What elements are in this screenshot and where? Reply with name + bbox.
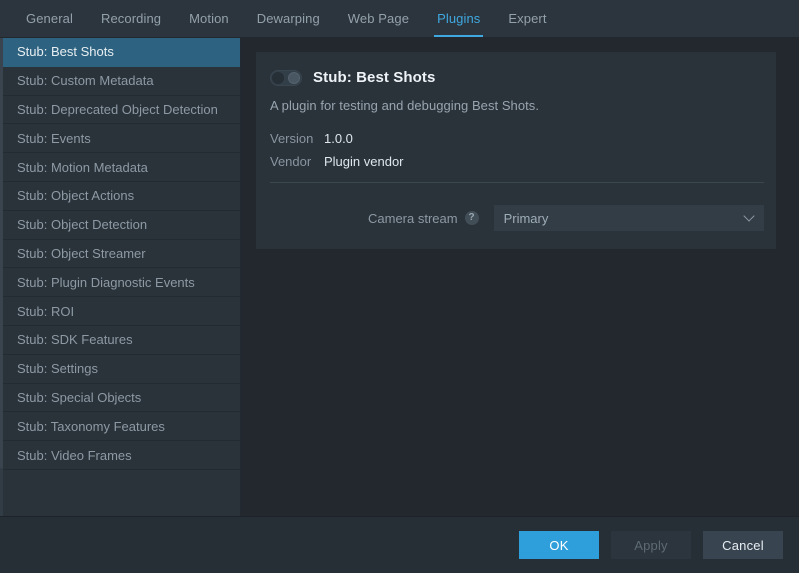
plugin-description: A plugin for testing and debugging Best … (270, 98, 764, 113)
tab-bar: General Recording Motion Dewarping Web Page P… (0, 0, 799, 38)
tab-dewarping[interactable]: Dewarping (243, 0, 334, 37)
plugin-list-item-label: Stub: SDK Features (17, 332, 133, 347)
vendor-value: Plugin vendor (322, 154, 404, 169)
camera-stream-select-value: Primary (504, 211, 549, 226)
plugin-list-item[interactable]: Stub: Settings (3, 355, 240, 384)
chevron-down-icon (743, 210, 754, 221)
plugin-list-item[interactable]: Stub: SDK Features (3, 326, 240, 355)
tab-label: General (26, 11, 73, 26)
tab-web-page[interactable]: Web Page (334, 0, 423, 37)
plugin-detail-card: Stub: Best Shots A plugin for testing an… (256, 52, 776, 249)
version-row: Version 1.0.0 (270, 131, 764, 146)
toggle-knob (288, 72, 300, 84)
plugin-list-item-label: Stub: Special Objects (17, 390, 141, 405)
tab-label: Motion (189, 11, 229, 26)
plugin-list-item[interactable]: Stub: Best Shots (3, 38, 240, 67)
camera-stream-row: Camera stream ? Primary (270, 205, 764, 232)
plugin-list-item[interactable]: Stub: Object Detection (3, 211, 240, 240)
plugin-list-item-label: Stub: Settings (17, 361, 98, 376)
plugin-list-item[interactable]: Stub: Object Actions (3, 182, 240, 211)
plugin-list: Stub: Best Shots Stub: Custom Metadata Stu… (0, 38, 240, 516)
plugin-list-item[interactable]: Stub: Custom Metadata (3, 67, 240, 96)
tab-label: Dewarping (257, 11, 320, 26)
camera-stream-label: Camera stream (368, 211, 458, 226)
plugin-list-item-label: Stub: Events (17, 131, 91, 146)
plugin-list-item[interactable]: Stub: Taxonomy Features (3, 412, 240, 441)
plugin-list-item-label: Stub: Custom Metadata (17, 73, 154, 88)
tab-motion[interactable]: Motion (175, 0, 243, 37)
plugin-list-item[interactable]: Stub: Special Objects (3, 384, 240, 413)
tab-plugins[interactable]: Plugins (423, 0, 494, 37)
plugin-list-item-label: Stub: Plugin Diagnostic Events (17, 275, 195, 290)
plugin-list-item-label: Stub: Object Streamer (17, 246, 146, 261)
settings-dialog: General Recording Motion Dewarping Web Page P… (0, 0, 799, 573)
dialog-body: Stub: Best Shots Stub: Custom Metadata Stu… (0, 38, 799, 516)
vendor-label: Vendor (270, 154, 322, 169)
dialog-footer: OK Apply Cancel (0, 516, 799, 573)
tab-recording[interactable]: Recording (87, 0, 175, 37)
plugin-list-item[interactable]: Stub: Events (3, 124, 240, 153)
plugin-title: Stub: Best Shots (313, 69, 435, 86)
tab-general[interactable]: General (12, 0, 87, 37)
plugin-enable-toggle[interactable] (270, 70, 302, 86)
plugin-list-item-label: Stub: Deprecated Object Detection (17, 102, 218, 117)
plugin-list-item[interactable]: Stub: ROI (3, 297, 240, 326)
plugin-list-item-label: Stub: Video Frames (17, 448, 132, 463)
plugin-list-item-label: Stub: Object Actions (17, 188, 134, 203)
camera-stream-select[interactable]: Primary (494, 205, 764, 231)
apply-button: Apply (611, 531, 691, 559)
plugin-header: Stub: Best Shots (270, 69, 764, 86)
plugin-list-item-label: Stub: Taxonomy Features (17, 419, 165, 434)
version-label: Version (270, 131, 322, 146)
tab-label: Expert (508, 11, 546, 26)
ok-button[interactable]: OK (519, 531, 599, 559)
plugin-list-item-label: Stub: Motion Metadata (17, 160, 148, 175)
vendor-row: Vendor Plugin vendor (270, 154, 764, 169)
plugin-list-item-label: Stub: Object Detection (17, 217, 147, 232)
plugin-list-item[interactable]: Stub: Motion Metadata (3, 153, 240, 182)
tab-expert[interactable]: Expert (494, 0, 560, 37)
tab-label: Recording (101, 11, 161, 26)
tab-label: Plugins (437, 11, 480, 26)
plugin-list-panel: Stub: Best Shots Stub: Custom Metadata Stu… (0, 38, 241, 516)
tab-label: Web Page (348, 11, 409, 26)
cancel-button[interactable]: Cancel (703, 531, 783, 559)
version-value: 1.0.0 (322, 131, 353, 146)
plugin-list-item[interactable]: Stub: Plugin Diagnostic Events (3, 268, 240, 297)
plugin-detail-area: Stub: Best Shots A plugin for testing an… (241, 38, 799, 516)
plugin-list-item-label: Stub: ROI (17, 304, 74, 319)
plugin-list-item-label: Stub: Best Shots (17, 44, 114, 59)
plugin-list-item[interactable]: Stub: Object Streamer (3, 240, 240, 269)
plugin-list-item[interactable]: Stub: Deprecated Object Detection (3, 96, 240, 125)
section-divider (270, 182, 764, 183)
help-icon[interactable]: ? (465, 211, 479, 225)
plugin-list-item[interactable]: Stub: Video Frames (3, 441, 240, 470)
